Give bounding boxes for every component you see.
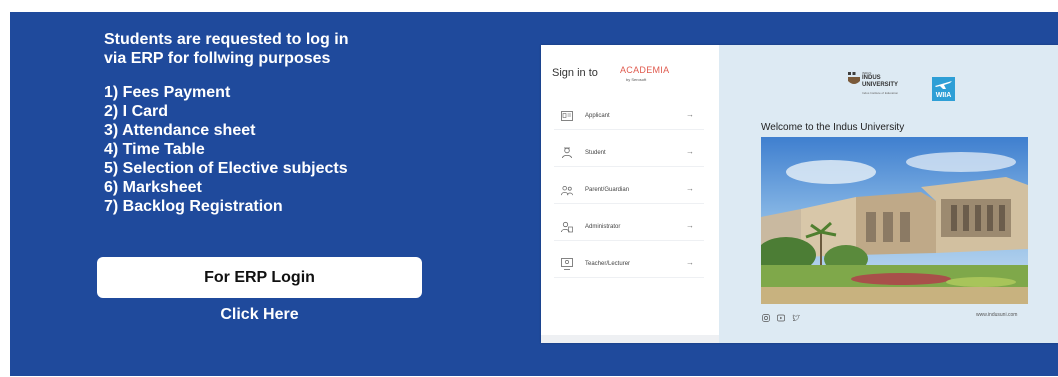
erp-login-button[interactable]: For ERP Login bbox=[97, 257, 422, 298]
arrow-right-icon: → bbox=[686, 110, 694, 119]
arrow-right-icon: → bbox=[686, 221, 694, 230]
purpose-item: 4) Time Table bbox=[104, 141, 205, 158]
role-teacher-lecturer[interactable]: Teacher/Lecturer → bbox=[554, 251, 704, 278]
campus-photo bbox=[761, 137, 1028, 304]
twitter-icon[interactable] bbox=[791, 313, 800, 322]
wiia-label: WIIA bbox=[935, 92, 952, 99]
signin-heading: Sign in to bbox=[552, 67, 598, 79]
indus-university-logo-icon bbox=[848, 72, 860, 84]
student-icon bbox=[561, 147, 573, 159]
parents-icon bbox=[561, 184, 573, 196]
social-links bbox=[761, 313, 800, 322]
role-administrator[interactable]: Administrator → bbox=[554, 214, 704, 241]
logo-line-1: INDUS bbox=[862, 75, 881, 81]
arrow-right-icon: → bbox=[686, 147, 694, 156]
role-label: Parent/Guardian bbox=[585, 187, 630, 193]
role-label: Administrator bbox=[585, 224, 621, 230]
id-card-icon bbox=[561, 110, 573, 122]
role-label: Teacher/Lecturer bbox=[585, 261, 631, 267]
purpose-item: 5) Selection of Elective subjects bbox=[104, 160, 348, 177]
role-student[interactable]: Student → bbox=[554, 140, 704, 167]
logo-wordmark: INDUS UNIVERSITY bbox=[862, 75, 898, 89]
signin-footer-bar bbox=[541, 335, 719, 343]
wiia-badge: WIIA bbox=[932, 77, 955, 101]
role-parent-guardian[interactable]: Parent/Guardian → bbox=[554, 177, 704, 204]
role-label: Applicant bbox=[585, 113, 610, 119]
youtube-icon[interactable] bbox=[776, 313, 785, 322]
plane-icon bbox=[935, 81, 952, 89]
click-here-link[interactable]: Click Here bbox=[97, 306, 422, 324]
academia-logo: ACADEMIA bbox=[620, 65, 670, 75]
purpose-list: 1) Fees Payment 2) I Card 3) Attendance … bbox=[104, 83, 348, 216]
signin-panel: Sign in to ACADEMIA by Serosoft Applican… bbox=[541, 45, 719, 343]
role-label: Student bbox=[585, 150, 606, 156]
intro-line-1: Students are requested to log in bbox=[104, 31, 349, 48]
teacher-icon bbox=[561, 258, 573, 270]
intro-text: Students are requested to log in via ERP… bbox=[104, 30, 348, 68]
arrow-right-icon: → bbox=[686, 184, 694, 193]
instructions-block: Students are requested to log in via ERP… bbox=[104, 30, 348, 216]
arrow-right-icon: → bbox=[686, 258, 694, 267]
welcome-panel: INDUS INDUS UNIVERSITY Indus Institute o… bbox=[719, 45, 1058, 343]
admin-icon bbox=[561, 221, 573, 233]
website-link[interactable]: www.indusuni.com bbox=[976, 312, 1017, 318]
intro-line-2: via ERP for follwing purposes bbox=[104, 50, 331, 67]
purpose-item: 7) Backlog Registration bbox=[104, 198, 283, 215]
welcome-title: Welcome to the Indus University bbox=[761, 122, 905, 133]
purpose-item: 2) I Card bbox=[104, 103, 169, 120]
role-applicant[interactable]: Applicant → bbox=[554, 103, 704, 130]
purpose-item: 3) Attendance sheet bbox=[104, 122, 256, 139]
erp-preview-image: Sign in to ACADEMIA by Serosoft Applican… bbox=[541, 45, 1058, 343]
academia-logo-sub: by Serosoft bbox=[626, 77, 647, 82]
logo-tagline: Indus Institute of Education bbox=[862, 91, 899, 95]
logo-line-2: UNIVERSITY bbox=[862, 82, 899, 88]
instagram-icon[interactable] bbox=[761, 313, 770, 322]
purpose-item: 6) Marksheet bbox=[104, 179, 202, 196]
erp-login-label: For ERP Login bbox=[204, 268, 315, 286]
purpose-item: 1) Fees Payment bbox=[104, 84, 231, 101]
